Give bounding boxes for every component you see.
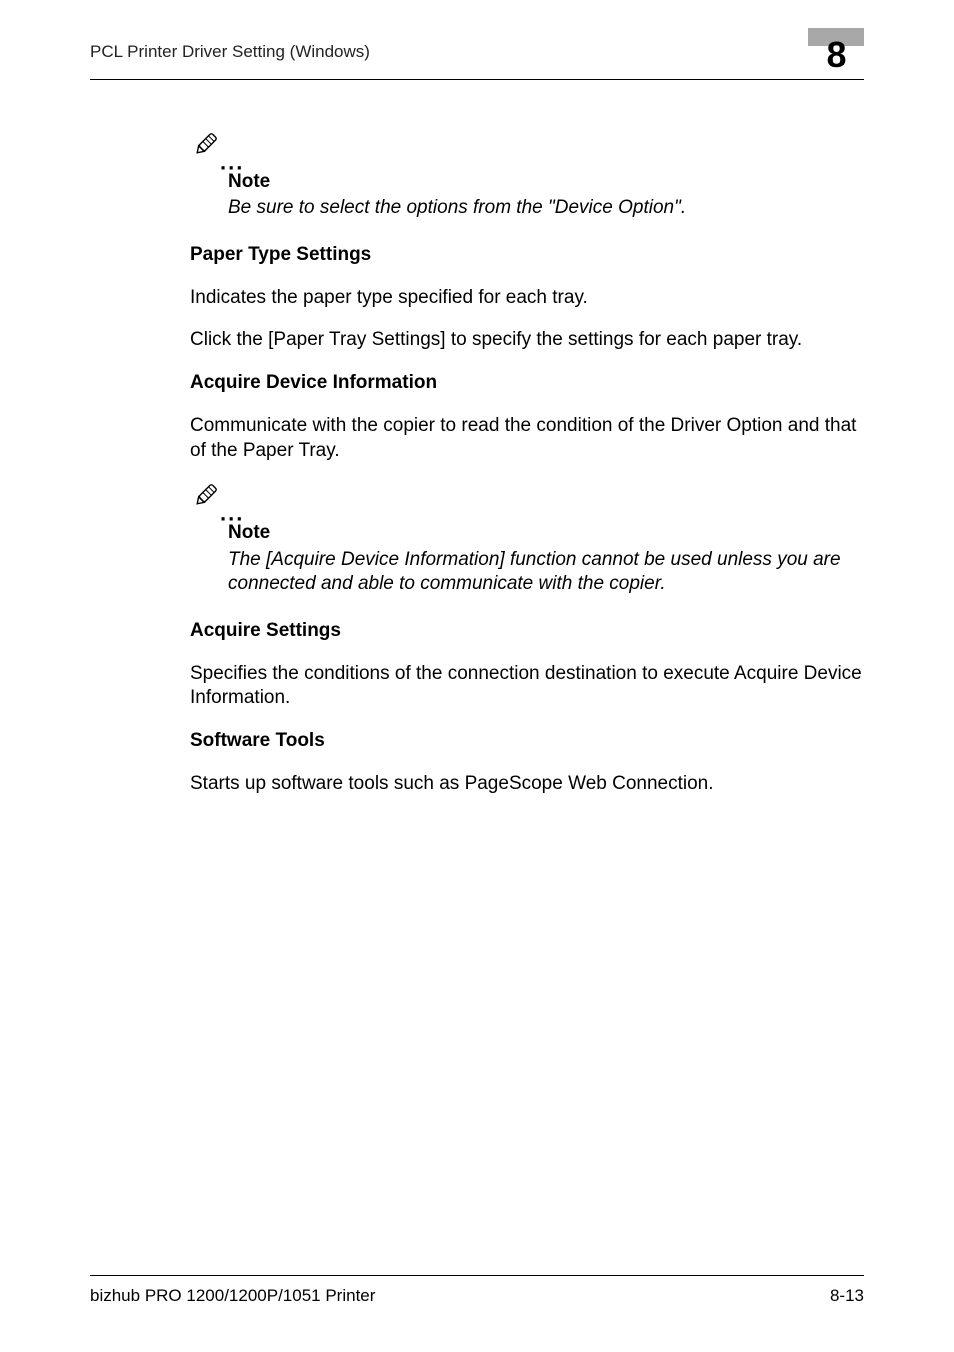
paragraph: Click the [Paper Tray Settings] to speci… [190,328,864,353]
header-title: PCL Printer Driver Setting (Windows) [90,40,370,62]
note-body: The [Acquire Device Information] functio… [228,548,864,597]
footer-product: bizhub PRO 1200/1200P/1051 Printer [90,1286,375,1306]
note-heading: Note [228,170,864,195]
footer-page-number: 8-13 [830,1286,864,1306]
paragraph: Communicate with the copier to read the … [190,414,864,463]
paragraph: Starts up software tools such as PageSco… [190,772,864,797]
note-icon [190,130,220,168]
note-icon [190,481,220,519]
note-heading: Note [228,521,864,546]
content-area: ... Note Be sure to select the options f… [90,80,864,796]
chapter-number: 8 [808,34,864,76]
paragraph: Specifies the conditions of the connecti… [190,662,864,711]
note-block-1: ... Note Be sure to select the options f… [190,130,864,221]
section-heading-paper-type: Paper Type Settings [190,243,864,268]
paragraph: Indicates the paper type specified for e… [190,286,864,311]
note-block-2: ... Note The [Acquire Device Information… [190,481,864,597]
note-body: Be sure to select the options from the "… [228,196,864,221]
section-heading-acquire-settings: Acquire Settings [190,619,864,644]
page-header: PCL Printer Driver Setting (Windows) 8 [90,40,864,80]
section-heading-software-tools: Software Tools [190,729,864,754]
chapter-tab: 8 [808,28,864,68]
section-heading-acquire-device: Acquire Device Information [190,371,864,396]
page-footer: bizhub PRO 1200/1200P/1051 Printer 8-13 [90,1275,864,1306]
